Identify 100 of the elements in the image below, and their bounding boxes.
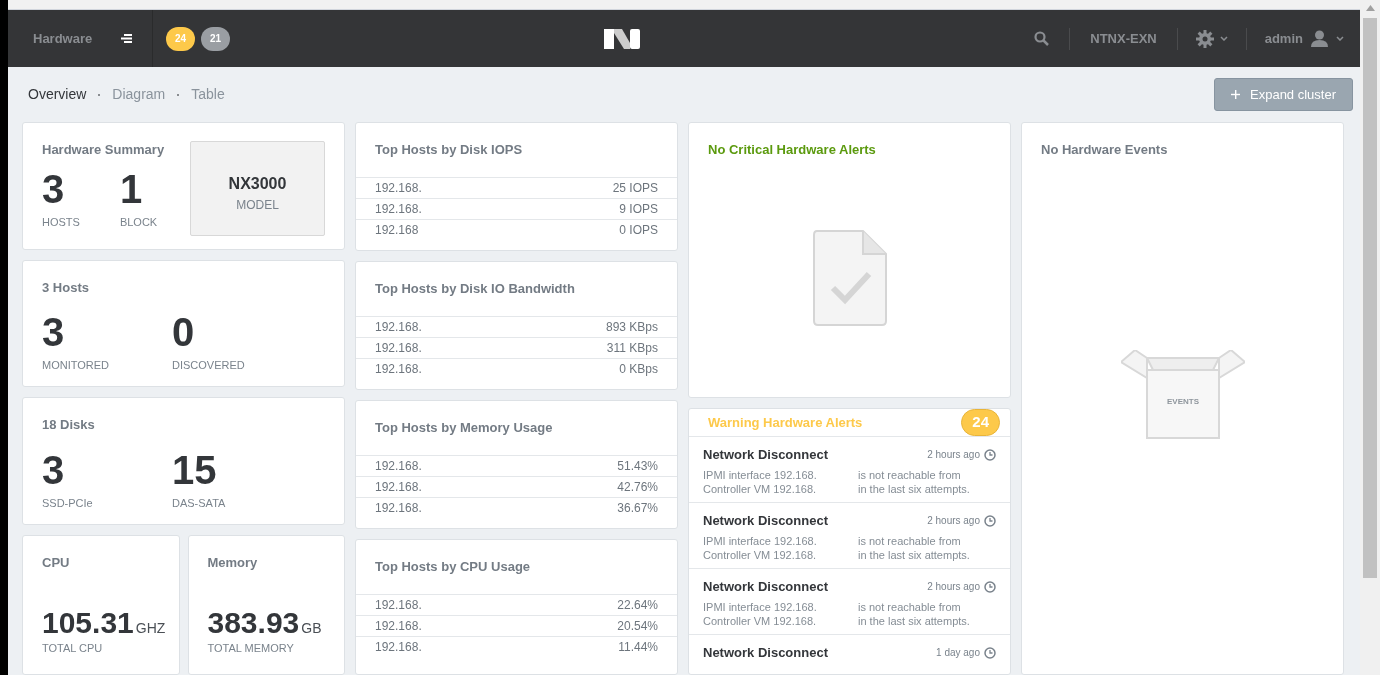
card-title: Top Hosts by Memory Usage <box>374 419 554 438</box>
host-address: 192.168. <box>375 617 422 635</box>
card-title: Warning Hardware Alerts <box>708 413 863 432</box>
model-label: MODEL <box>236 197 279 214</box>
stat-value: 3 <box>42 446 66 493</box>
expand-cluster-button[interactable]: Expand cluster <box>1214 78 1353 111</box>
alert-title: Network Disconnect <box>703 446 828 464</box>
card-title: No Hardware Events <box>1041 141 1169 159</box>
stat-label: BLOCK <box>119 214 158 230</box>
alert-text: Controller VM 192.168. <box>703 613 818 628</box>
host-address: 192.168. <box>375 478 422 496</box>
stat-label: HOSTS <box>42 214 80 230</box>
cluster-name[interactable]: NTNX-EXN <box>1070 28 1177 49</box>
clock-icon <box>984 646 996 659</box>
alert-text: in the last six attempts. <box>858 547 971 562</box>
stat-value: 1 <box>119 165 144 212</box>
alert-text: in the last six attempts. <box>858 613 971 628</box>
alert-text: IPMI interface 192.168. <box>703 599 818 614</box>
scrollbar-thumb[interactable] <box>1363 18 1377 578</box>
total-value: 383.93 <box>207 605 300 640</box>
alert-count-badge: 24 <box>961 409 1000 436</box>
search-icon[interactable] <box>1034 31 1050 46</box>
stat-value: 3 <box>42 309 66 356</box>
host-address: 192.168. <box>375 499 422 517</box>
host-address: 192.168 <box>375 221 419 239</box>
total-label: TOTAL MEMORY <box>207 640 295 656</box>
alert-title: Network Disconnect <box>703 512 828 530</box>
metric-value: 51.43% <box>617 457 658 475</box>
stat-label: DISCOVERED <box>172 358 246 374</box>
alert-text: is not reachable from <box>858 599 962 614</box>
host-address: 192.168. <box>375 339 422 357</box>
host-address: 192.168. <box>375 200 422 218</box>
alert-item[interactable]: Network Disconnect 2 hours ago IPMI interface 192.168. is not reachable from Controller VM 192.168. in the last six attempts. <box>689 569 1010 635</box>
metric-value: 0 KBps <box>619 360 658 378</box>
alert-time: 2 hours ago <box>927 448 980 463</box>
user-name: admin <box>1264 29 1303 48</box>
metric-value: 20.54% <box>617 617 658 635</box>
metric-value: 893 KBps <box>605 318 658 336</box>
alert-item[interactable]: Network Disconnect 2 hours ago IPMI interface 192.168. is not reachable from Controller VM 192.168. in the last six attempts. <box>689 437 1010 503</box>
caret-icon <box>1336 36 1344 41</box>
alert-item[interactable]: Network Disconnect 1 day ago <box>689 635 1010 674</box>
host-address: 192.168. <box>375 360 422 378</box>
card-title: 18 Disks <box>42 416 96 435</box>
plus-icon <box>1231 90 1240 99</box>
metric-value: 9 IOPS <box>619 200 658 218</box>
total-value: 105.31 <box>42 605 134 640</box>
metric-value: 42.76% <box>617 478 658 496</box>
metric-value: 25 IOPS <box>612 179 658 197</box>
card-title: 3 Hosts <box>42 278 90 297</box>
alert-item[interactable]: Network Disconnect 2 hours ago IPMI interface 192.168. is not reachable from Controller VM 192.168. in the last six attempts. <box>689 503 1010 569</box>
host-address: 192.168. <box>375 638 422 656</box>
alert-text: is not reachable from <box>858 533 962 548</box>
view-tab[interactable]: Overview <box>28 84 87 105</box>
card-title: No Critical Hardware Alerts <box>708 141 877 159</box>
metric-value: 22.64% <box>617 596 658 614</box>
clock-icon <box>984 580 996 593</box>
alert-time: 2 hours ago <box>927 580 980 595</box>
stat-label: MONITORED <box>42 358 111 374</box>
clock-icon <box>984 514 996 527</box>
alert-time: 1 day ago <box>936 646 980 661</box>
document-check-icon <box>813 229 887 326</box>
model-name: NX3000 <box>228 174 287 194</box>
alert-text: is not reachable from <box>858 467 962 482</box>
host-address: 192.168. <box>375 179 422 197</box>
host-address: 192.168. <box>375 318 422 336</box>
user-icon <box>1311 30 1328 47</box>
unit-label: GHZ <box>135 618 166 638</box>
alert-text: in the last six attempts. <box>858 481 971 496</box>
stat-label: SSD-PCIe <box>42 495 94 511</box>
stat-label: DAS-SATA <box>172 495 227 511</box>
user-menu[interactable]: admin <box>1246 28 1360 49</box>
card-title: Top Hosts by CPU Usage <box>374 558 532 577</box>
view-tab[interactable]: Diagram <box>112 84 166 105</box>
card-title: Memory <box>207 554 259 572</box>
unit-label: GB <box>301 618 322 638</box>
host-address: 192.168. <box>375 457 422 475</box>
scroll-up-arrow-icon[interactable] <box>1365 5 1375 11</box>
host-address: 192.168. <box>375 596 422 614</box>
card-title: Top Hosts by Disk IOPS <box>374 141 524 159</box>
alert-text: Controller VM 192.168. <box>703 547 818 562</box>
caret-icon <box>1219 36 1228 41</box>
card-title: CPU <box>42 554 71 572</box>
card-title: Hardware Summary <box>42 141 165 159</box>
menu-icon[interactable] <box>121 34 132 43</box>
metric-value: 311 KBps <box>606 339 658 357</box>
alert-title: Network Disconnect <box>703 644 828 662</box>
metric-value: 0 IOPS <box>619 221 658 239</box>
logo-icon[interactable] <box>604 28 641 49</box>
alert-text: IPMI interface 192.168. <box>703 467 818 482</box>
alert-title: Network Disconnect <box>703 578 828 596</box>
open-box-icon <box>1121 349 1245 440</box>
stat-value: 3 <box>42 165 66 212</box>
alert-count-badge[interactable]: 21 <box>201 26 230 51</box>
card-title: Top Hosts by Disk IO Bandwidth <box>374 280 576 299</box>
metric-value: 11.44% <box>618 638 658 656</box>
stat-value: 15 <box>172 446 218 493</box>
section-title[interactable]: Hardware <box>33 28 93 49</box>
alert-text: Controller VM 192.168. <box>703 481 818 496</box>
alert-text: IPMI interface 192.168. <box>703 533 818 548</box>
view-tab[interactable]: Table <box>191 84 225 105</box>
